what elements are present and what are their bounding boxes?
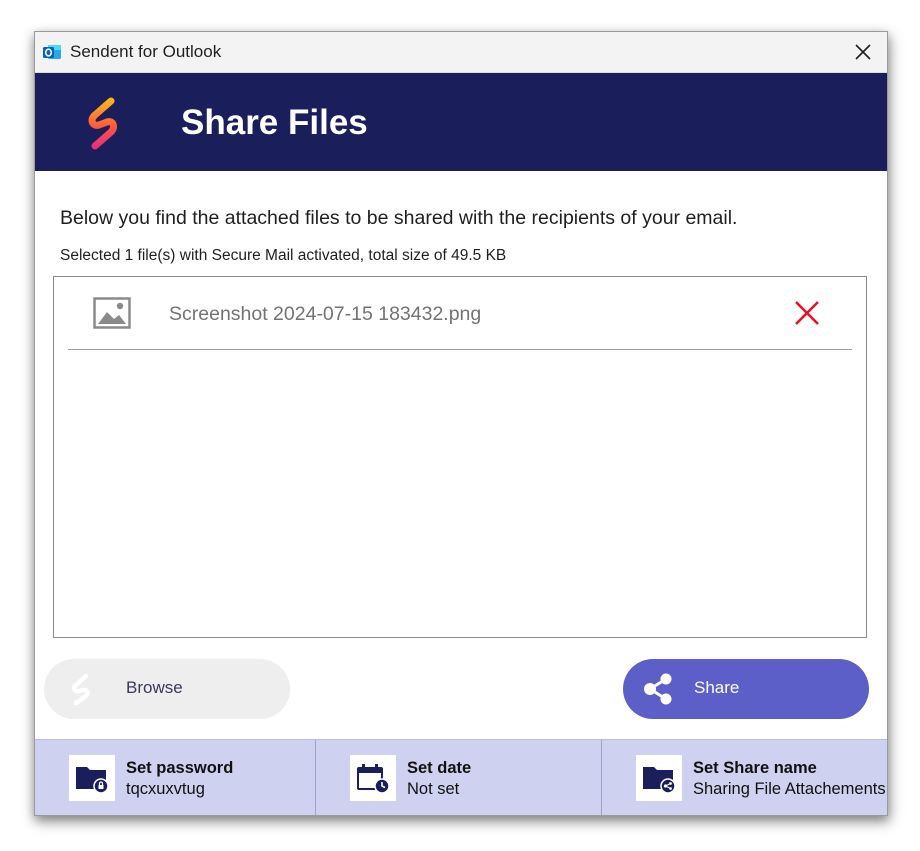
share-icon (644, 673, 672, 705)
image-file-icon (93, 297, 131, 329)
share-name-value: Sharing File Attachements (693, 780, 886, 798)
remove-file-button[interactable] (792, 298, 822, 328)
browse-button[interactable]: Browse (44, 659, 290, 719)
file-row: Screenshot 2024-07-15 183432.png (68, 277, 852, 350)
set-date-option[interactable]: Set date Not set (316, 740, 602, 815)
share-label: Share (694, 678, 740, 697)
calendar-clock-icon (350, 755, 396, 801)
intro-text: Below you find the attached files to be … (60, 207, 738, 229)
set-password-option[interactable]: Set password tqcxuxvtug (35, 740, 316, 815)
password-value: tqcxuxvtug (126, 780, 205, 798)
folder-share-icon (636, 755, 682, 801)
attached-files-list: Screenshot 2024-07-15 183432.png (53, 276, 867, 638)
set-share-name-title: Set Share name (693, 759, 817, 777)
folder-lock-icon (69, 755, 115, 801)
page-title: Share Files (181, 103, 368, 142)
set-date-title: Set date (407, 759, 472, 777)
set-share-name-option[interactable]: Set Share name Sharing File Attachements (602, 740, 887, 815)
share-button[interactable]: Share (623, 659, 869, 719)
window-title: Sendent for Outlook (70, 42, 222, 61)
sendent-window: Sendent for Outlook Share Files Below yo… (34, 31, 888, 816)
browse-label: Browse (126, 678, 183, 697)
sendent-logo-icon (71, 673, 90, 705)
outlook-icon (43, 45, 61, 59)
share-options-bar: Set password tqcxuxvtug Set date Not set (35, 739, 887, 815)
set-password-title: Set password (126, 759, 234, 777)
close-icon (795, 301, 819, 325)
header-banner: Share Files (35, 73, 887, 171)
file-name: Screenshot 2024-07-15 183432.png (169, 303, 482, 325)
sendent-logo-icon (88, 97, 117, 150)
title-bar: Sendent for Outlook (35, 32, 887, 73)
close-icon (855, 44, 871, 60)
close-button[interactable] (845, 36, 881, 68)
date-value: Not set (407, 780, 460, 798)
selection-summary: Selected 1 file(s) with Secure Mail acti… (60, 247, 507, 264)
